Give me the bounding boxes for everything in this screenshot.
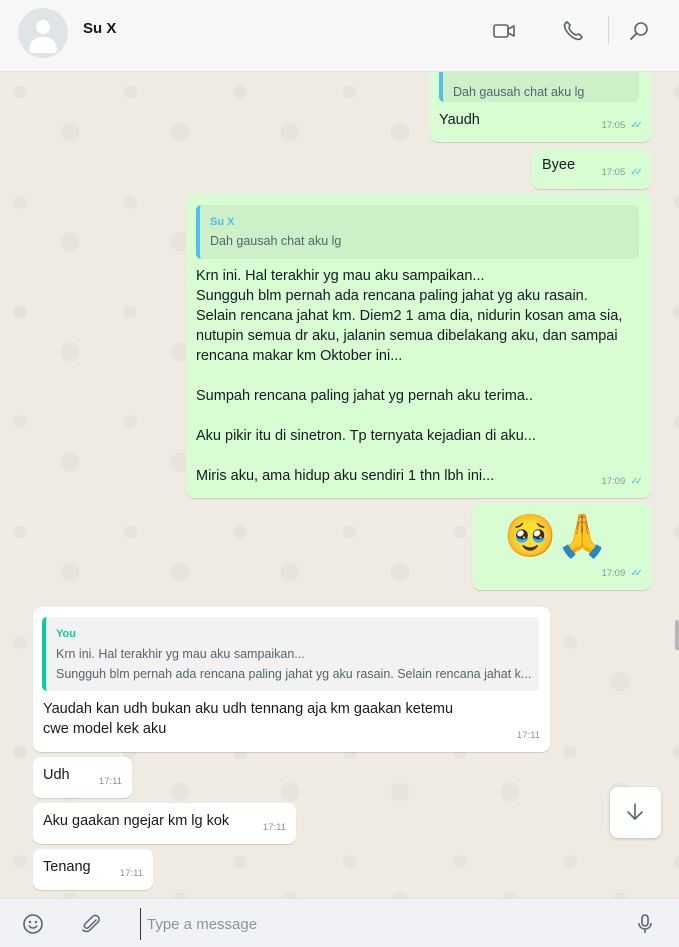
message-meta: 17:11 <box>517 726 540 746</box>
quoted-message[interactable]: Dah gausah chat aku lg <box>439 72 639 102</box>
microphone-icon[interactable] <box>634 913 656 935</box>
message-meta: 17:09 ✓✓ <box>601 472 643 492</box>
message-time: 17:09 <box>601 568 626 579</box>
message-time: 17:11 <box>516 730 540 741</box>
message-meta: 17:11 <box>120 864 143 884</box>
quoted-text: Dah gausah chat aku lg <box>210 234 342 248</box>
message-time: 17:11 <box>119 868 143 879</box>
message-time: 17:05 <box>601 120 626 131</box>
quoted-author: Su X <box>210 216 235 228</box>
quoted-message[interactable]: Su X Dah gausah chat aku lg <box>196 205 639 259</box>
outgoing-message[interactable]: 🥹🙏 17:09 ✓✓ <box>472 503 651 590</box>
message-text: Krn ini. Hal terakhir yg mau aku sampaik… <box>196 268 623 484</box>
message-list[interactable]: Dah gausah chat aku lg Yaudh 17:05 ✓✓ By… <box>0 72 679 898</box>
message-meta: 17:11 <box>263 818 286 838</box>
incoming-message[interactable]: Tenang 17:11 <box>33 849 153 890</box>
search-icon[interactable] <box>627 18 653 44</box>
message-time: 17:05 <box>601 167 626 178</box>
quoted-text-line: Krn ini. Hal terakhir yg mau aku sampaik… <box>56 647 305 661</box>
header-divider <box>608 16 609 44</box>
quoted-text-line: Sungguh blm pernah ada rencana paling ja… <box>56 667 532 681</box>
message-input[interactable] <box>140 908 610 940</box>
message-text: Yaudh <box>439 112 480 128</box>
scrollbar[interactable] <box>675 620 679 650</box>
message-text: Udh <box>43 767 70 783</box>
read-ticks-icon: ✓✓ <box>630 167 643 178</box>
composer-bar <box>0 898 679 947</box>
incoming-message[interactable]: Udh 17:11 <box>33 757 132 798</box>
incoming-message[interactable]: Aku gaakan ngejar km lg kok 17:11 <box>33 803 296 844</box>
paperclip-icon[interactable] <box>80 913 102 935</box>
quoted-author: You <box>56 628 76 640</box>
outgoing-message[interactable]: Dah gausah chat aku lg Yaudh 17:05 ✓✓ <box>430 72 651 142</box>
quoted-message[interactable]: You Krn ini. Hal terakhir yg mau aku sam… <box>42 617 539 691</box>
outgoing-message[interactable]: Su X Dah gausah chat aku lg Krn ini. Hal… <box>186 193 651 498</box>
video-camera-icon[interactable] <box>491 18 517 44</box>
message-meta: 17:05 ✓✓ <box>601 116 643 136</box>
message-time: 17:09 <box>601 476 626 487</box>
message-text: Tenang <box>43 859 91 875</box>
pleading-face-emoji: 🥹🙏 <box>504 512 609 559</box>
scroll-to-bottom-button[interactable] <box>610 787 661 838</box>
outgoing-message[interactable]: Byee 17:05 ✓✓ <box>532 149 651 189</box>
arrow-down-icon <box>627 803 643 820</box>
message-meta: 17:05 ✓✓ <box>601 163 643 183</box>
quoted-text: Dah gausah chat aku lg <box>453 85 585 99</box>
read-ticks-icon: ✓✓ <box>630 568 643 579</box>
message-meta: 17:09 ✓✓ <box>601 564 643 584</box>
contact-name[interactable]: Su X <box>83 20 116 37</box>
incoming-message[interactable]: You Krn ini. Hal terakhir yg mau aku sam… <box>33 607 550 752</box>
emoji-icon[interactable] <box>22 913 44 935</box>
contact-avatar[interactable] <box>18 8 68 58</box>
phone-icon[interactable] <box>560 18 586 44</box>
message-text: Aku gaakan ngejar km lg kok <box>43 813 230 829</box>
message-time: 17:11 <box>262 822 286 833</box>
message-text: Yaudah kan udh bukan aku udh tennang aja… <box>43 701 454 737</box>
message-meta: 17:11 <box>99 772 122 792</box>
read-ticks-icon: ✓✓ <box>630 120 643 131</box>
message-time: 17:11 <box>98 776 122 787</box>
message-text: Byee <box>542 157 576 173</box>
read-ticks-icon: ✓✓ <box>630 476 643 487</box>
chat-header: Su X <box>0 0 679 72</box>
